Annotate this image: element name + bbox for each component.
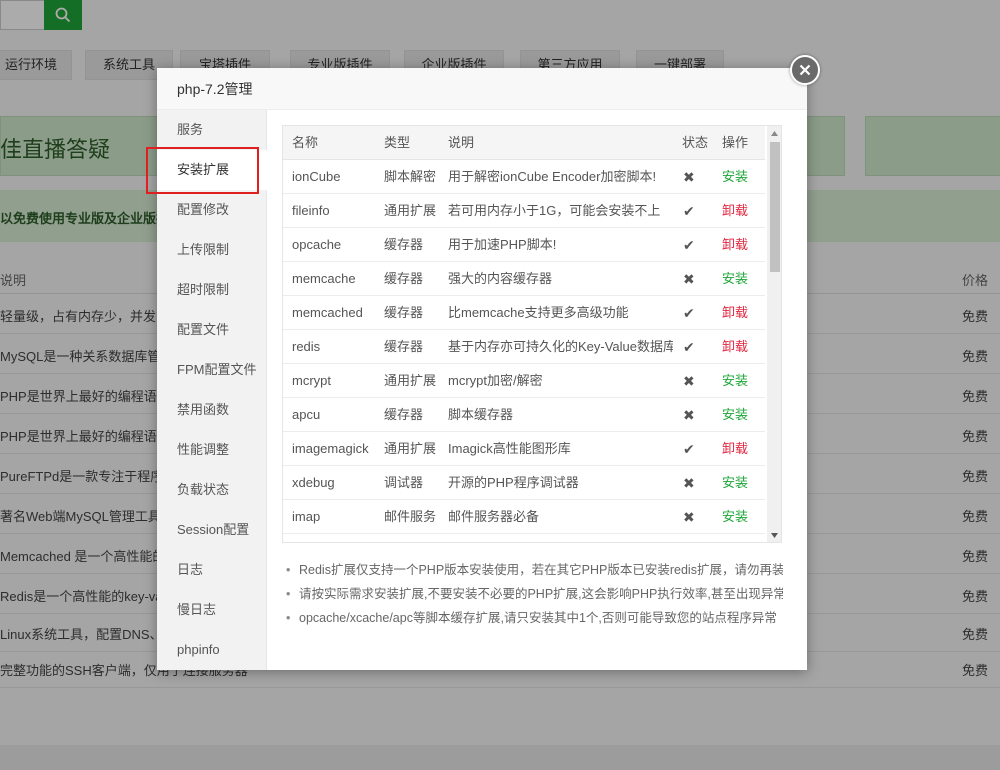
status-cross-icon: ✖ — [683, 475, 695, 491]
install-link[interactable]: 安装 — [722, 262, 748, 296]
status-cross-icon: ✖ — [683, 373, 695, 389]
table-row: apcu 缓存器 脚本缓存器 ✖ 安装 — [283, 398, 765, 432]
table-row: memcached 缓存器 比memcache支持更多高级功能 ✔ 卸载 — [283, 296, 765, 330]
table-row: imap 邮件服务 邮件服务器必备 ✖ 安装 — [283, 500, 765, 534]
ext-type: 通用扩展 — [384, 373, 437, 388]
ext-type: 缓存器 — [384, 339, 424, 354]
uninstall-link[interactable]: 卸载 — [722, 330, 748, 364]
scroll-down-arrow-icon[interactable] — [767, 530, 781, 540]
ext-name: imagemagick — [292, 441, 369, 456]
uninstall-link[interactable]: 卸载 — [722, 432, 748, 466]
nav-item-fpm-config[interactable]: FPM配置文件 — [157, 350, 267, 390]
nav-item-phpinfo[interactable]: phpinfo — [157, 630, 267, 670]
table-row: ionCube 脚本解密 用于解密ionCube Encoder加密脚本! ✖ … — [283, 160, 765, 194]
status-check-icon: ✔ — [683, 237, 695, 253]
th-desc: 说明 — [448, 135, 475, 150]
dialog-side-nav: 服务 安装扩展 配置修改 上传限制 超时限制 配置文件 FPM配置文件 禁用函数… — [157, 110, 267, 670]
status-check-icon: ✔ — [683, 203, 695, 219]
ext-type: 邮件服务 — [384, 509, 437, 524]
ext-type: 调试器 — [384, 475, 424, 490]
uninstall-link[interactable]: 卸载 — [722, 194, 748, 228]
ext-name: opcache — [292, 237, 342, 252]
active-tab-highlight — [146, 147, 259, 194]
extension-table-header: 名称 类型 说明 状态 操作 — [283, 126, 765, 160]
table-row: memcache 缓存器 强大的内容缓存器 ✖ 安装 — [283, 262, 765, 296]
ext-desc: Imagick高性能图形库 — [448, 441, 571, 456]
nav-item-upload-limit[interactable]: 上传限制 — [157, 230, 267, 270]
install-link[interactable]: 安装 — [722, 466, 748, 500]
ext-desc: 基于内存亦可持久化的Key-Value数据库 — [448, 339, 673, 354]
ext-type: 缓存器 — [384, 237, 424, 252]
table-row: opcache 缓存器 用于加速PHP脚本! ✔ 卸载 — [283, 228, 765, 262]
ext-name: xdebug — [292, 475, 335, 490]
nav-item-log[interactable]: 日志 — [157, 550, 267, 590]
nav-item-slow-log[interactable]: 慢日志 — [157, 590, 267, 630]
ext-type: 缓存器 — [384, 407, 424, 422]
status-check-icon: ✔ — [683, 339, 695, 355]
nav-item-service[interactable]: 服务 — [157, 110, 267, 150]
ext-name: redis — [292, 339, 321, 354]
nav-item-session-config[interactable]: Session配置 — [157, 510, 267, 550]
th-op: 操作 — [722, 135, 749, 150]
ext-name: apcu — [292, 407, 321, 422]
th-type: 类型 — [384, 135, 411, 150]
nav-item-config-file[interactable]: 配置文件 — [157, 310, 267, 350]
status-check-icon: ✔ — [683, 305, 695, 321]
table-scrollbar[interactable] — [767, 126, 781, 542]
ext-name: imap — [292, 509, 321, 524]
note-item: Redis扩展仅支持一个PHP版本安装使用，若在其它PHP版本已安装redis扩… — [283, 558, 783, 582]
table-row: xdebug 调试器 开源的PHP程序调试器 ✖ 安装 — [283, 466, 765, 500]
ext-name: fileinfo — [292, 203, 330, 218]
nav-item-timeout-limit[interactable]: 超时限制 — [157, 270, 267, 310]
ext-name: memcached — [292, 305, 363, 320]
th-name: 名称 — [292, 135, 319, 150]
status-cross-icon: ✖ — [683, 509, 695, 525]
ext-desc: 若可用内存小于1G，可能会安装不上 — [448, 203, 661, 218]
ext-desc: mcrypt加密/解密 — [448, 373, 543, 388]
install-link[interactable]: 安装 — [722, 398, 748, 432]
ext-desc: 邮件服务器必备 — [448, 509, 540, 524]
scroll-up-arrow-icon[interactable] — [767, 128, 781, 138]
status-cross-icon: ✖ — [683, 169, 695, 185]
nav-item-disabled-functions[interactable]: 禁用函数 — [157, 390, 267, 430]
ext-desc: 强大的内容缓存器 — [448, 271, 553, 286]
ext-type: 缓存器 — [384, 305, 424, 320]
note-item: opcache/xcache/apc等脚本缓存扩展,请只安装其中1个,否则可能导… — [283, 606, 783, 630]
close-dialog-button[interactable] — [790, 55, 820, 85]
th-status: 状态 — [682, 135, 709, 150]
ext-desc: 用于解密ionCube Encoder加密脚本! — [448, 169, 657, 184]
extension-table: 名称 类型 说明 状态 操作 ionCube 脚本解密 用于解密ionCube … — [282, 125, 782, 543]
ext-type: 缓存器 — [384, 271, 424, 286]
ext-type: 脚本解密 — [384, 169, 437, 184]
scroll-thumb[interactable] — [770, 142, 780, 272]
uninstall-link[interactable]: 卸载 — [722, 296, 748, 330]
install-link[interactable]: 安装 — [722, 500, 748, 534]
table-row: imagemagick 通用扩展 Imagick高性能图形库 ✔ 卸载 — [283, 432, 765, 466]
table-row: mcrypt 通用扩展 mcrypt加密/解密 ✖ 安装 — [283, 364, 765, 398]
status-cross-icon: ✖ — [683, 271, 695, 287]
table-row: fileinfo 通用扩展 若可用内存小于1G，可能会安装不上 ✔ 卸载 — [283, 194, 765, 228]
note-item: 请按实际需求安装扩展,不要安装不必要的PHP扩展,这会影响PHP执行效率,甚至出… — [283, 582, 783, 606]
ext-type: 通用扩展 — [384, 441, 437, 456]
dialog-title: php-7.2管理 — [157, 68, 807, 110]
status-check-icon: ✔ — [683, 441, 695, 457]
extension-notes: Redis扩展仅支持一个PHP版本安装使用，若在其它PHP版本已安装redis扩… — [283, 558, 783, 630]
ext-type: 通用扩展 — [384, 203, 437, 218]
ext-name: memcache — [292, 271, 356, 286]
ext-desc: 脚本缓存器 — [448, 407, 514, 422]
uninstall-link[interactable]: 卸载 — [722, 228, 748, 262]
ext-desc: 比memcache支持更多高级功能 — [448, 305, 629, 320]
install-link[interactable]: 安装 — [722, 160, 748, 194]
nav-item-config-edit[interactable]: 配置修改 — [157, 190, 267, 230]
ext-name: mcrypt — [292, 373, 331, 388]
ext-name: ionCube — [292, 169, 341, 184]
ext-desc: 用于加速PHP脚本! — [448, 237, 557, 252]
nav-item-performance[interactable]: 性能调整 — [157, 430, 267, 470]
ext-desc: 开源的PHP程序调试器 — [448, 475, 579, 490]
table-row: redis 缓存器 基于内存亦可持久化的Key-Value数据库 ✔ 卸载 — [283, 330, 765, 364]
nav-item-load-status[interactable]: 负载状态 — [157, 470, 267, 510]
install-link[interactable]: 安装 — [722, 364, 748, 398]
close-icon — [799, 64, 811, 76]
status-cross-icon: ✖ — [683, 407, 695, 423]
